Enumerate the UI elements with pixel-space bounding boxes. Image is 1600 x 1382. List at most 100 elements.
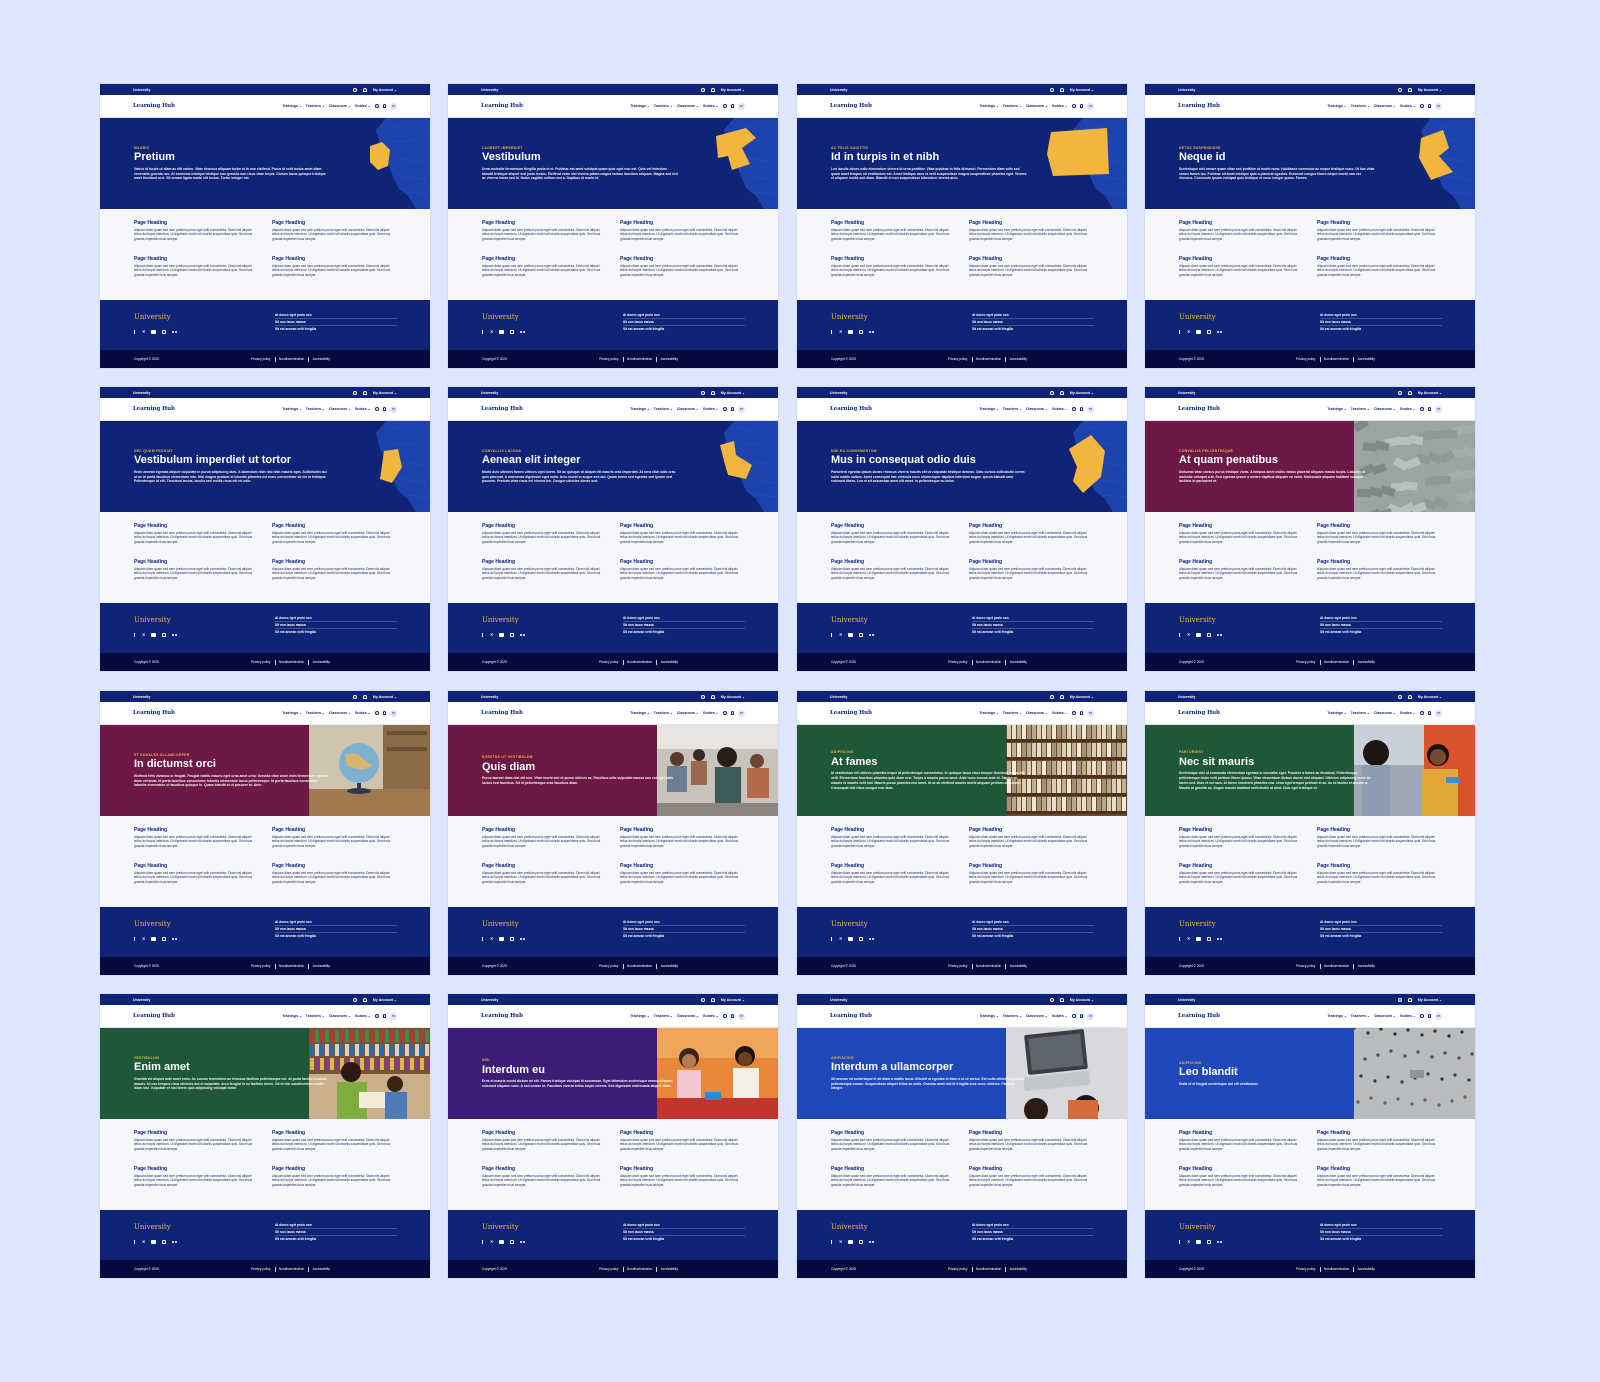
account-menu[interactable]: My Account ⌄ <box>721 695 745 699</box>
footer-link[interactable]: At donec eget proin non <box>623 1222 745 1229</box>
site-logo[interactable]: Learning Hub <box>1178 406 1220 412</box>
x-icon[interactable]: ✕ <box>142 330 145 334</box>
avatar[interactable]: ST <box>1087 102 1094 110</box>
search-icon[interactable] <box>1419 1014 1424 1018</box>
legal-link[interactable]: Nondiscrimination <box>279 357 304 361</box>
nav-item[interactable]: Guides ⌄ <box>355 407 371 411</box>
legal-link[interactable]: Accessibility <box>1358 357 1375 361</box>
account-menu[interactable]: My Account ⌄ <box>1418 88 1442 92</box>
nav-item[interactable]: Trainings ⌄ <box>282 104 301 108</box>
youtube-icon[interactable] <box>1196 633 1202 637</box>
page-template-card[interactable]: University My Account ⌄ Learning Hub Tra… <box>1145 84 1475 368</box>
x-icon[interactable]: ✕ <box>1187 330 1190 334</box>
nav-item[interactable]: Guides ⌄ <box>1052 104 1068 108</box>
help-icon[interactable] <box>1050 694 1055 699</box>
x-icon[interactable]: ✕ <box>839 633 842 637</box>
footer-link[interactable]: Sit est aenean velit fringilla <box>1320 1236 1442 1243</box>
nav-item[interactable]: Classroom ⌄ <box>1026 1014 1048 1018</box>
youtube-icon[interactable] <box>499 937 505 941</box>
notification-icon[interactable] <box>1060 87 1064 92</box>
nav-item[interactable]: Teachers ⌄ <box>654 711 673 715</box>
instagram-icon[interactable] <box>1207 1240 1212 1244</box>
account-menu[interactable]: My Account ⌄ <box>721 998 745 1002</box>
youtube-icon[interactable] <box>499 633 505 637</box>
nav-item[interactable]: Trainings ⌄ <box>1327 711 1346 715</box>
x-icon[interactable]: ✕ <box>490 937 493 941</box>
nav-item[interactable]: Trainings ⌄ <box>630 104 649 108</box>
flickr-icon[interactable] <box>1217 330 1222 334</box>
legal-link[interactable]: Accessibility <box>1010 660 1027 664</box>
footer-link[interactable]: Sit est aenean velit fringilla <box>972 933 1094 940</box>
youtube-icon[interactable] <box>151 937 157 941</box>
avatar[interactable]: ST <box>390 405 397 413</box>
legal-link[interactable]: Nondiscrimination <box>1324 660 1349 664</box>
footer-link[interactable]: At donec eget proin non <box>623 312 745 319</box>
account-menu[interactable]: My Account ⌄ <box>1418 998 1442 1002</box>
youtube-icon[interactable] <box>151 1240 157 1244</box>
help-icon[interactable] <box>353 390 358 395</box>
facebook-icon[interactable] <box>482 937 484 941</box>
legal-link[interactable]: Privacy policy <box>251 660 271 664</box>
nav-item[interactable]: Teachers ⌄ <box>1351 1014 1370 1018</box>
nav-item[interactable]: Classroom ⌄ <box>329 1014 351 1018</box>
footer-link[interactable]: At donec eget proin non <box>1320 312 1442 319</box>
legal-link[interactable]: Accessibility <box>661 357 678 361</box>
instagram-icon[interactable] <box>859 330 864 334</box>
footer-link[interactable]: Sit non lacus massa <box>972 1229 1094 1236</box>
footer-link[interactable]: At donec eget proin non <box>972 615 1094 622</box>
nav-item[interactable]: Teachers ⌄ <box>1351 711 1370 715</box>
nav-item[interactable]: Teachers ⌄ <box>1003 407 1022 411</box>
page-template-card[interactable]: University My Account ⌄ Learning Hub Tra… <box>100 691 430 975</box>
search-icon[interactable] <box>374 711 379 715</box>
legal-link[interactable]: Accessibility <box>1358 660 1375 664</box>
bell-icon[interactable] <box>730 104 734 108</box>
nav-item[interactable]: Guides ⌄ <box>1052 711 1068 715</box>
nav-item[interactable]: Teachers ⌄ <box>1003 711 1022 715</box>
legal-link[interactable]: Nondiscrimination <box>279 1267 304 1271</box>
instagram-icon[interactable] <box>859 1240 864 1244</box>
nav-item[interactable]: Classroom ⌄ <box>1374 711 1396 715</box>
footer-link[interactable]: Sit non lacus massa <box>972 319 1094 326</box>
search-icon[interactable] <box>1419 711 1424 715</box>
legal-link[interactable]: Nondiscrimination <box>627 660 652 664</box>
flickr-icon[interactable] <box>172 633 177 637</box>
notification-icon[interactable] <box>1060 997 1064 1002</box>
bell-icon[interactable] <box>1427 1014 1431 1018</box>
page-template-card[interactable]: University My Account ⌄ Learning Hub Tra… <box>100 387 430 671</box>
search-icon[interactable] <box>722 711 727 715</box>
footer-link[interactable]: Sit non lacus massa <box>623 926 745 933</box>
nav-item[interactable]: Guides ⌄ <box>1400 407 1416 411</box>
instagram-icon[interactable] <box>162 1240 167 1244</box>
nav-item[interactable]: Trainings ⌄ <box>979 1014 998 1018</box>
nav-item[interactable]: Trainings ⌄ <box>282 407 301 411</box>
facebook-icon[interactable] <box>134 937 136 941</box>
nav-item[interactable]: Classroom ⌄ <box>1374 104 1396 108</box>
footer-link[interactable]: Sit non lacus massa <box>972 926 1094 933</box>
avatar[interactable]: ST <box>390 709 397 717</box>
legal-link[interactable]: Privacy policy <box>1296 660 1316 664</box>
bell-icon[interactable] <box>382 711 386 715</box>
x-icon[interactable]: ✕ <box>1187 633 1190 637</box>
legal-link[interactable]: Accessibility <box>1010 1267 1027 1271</box>
legal-link[interactable]: Nondiscrimination <box>627 357 652 361</box>
footer-link[interactable]: Sit non lacus massa <box>623 622 745 629</box>
flickr-icon[interactable] <box>172 1240 177 1244</box>
bell-icon[interactable] <box>730 711 734 715</box>
site-logo[interactable]: Learning Hub <box>830 103 872 109</box>
page-template-card[interactable]: University My Account ⌄ Learning Hub Tra… <box>100 994 430 1278</box>
notification-icon[interactable] <box>363 694 367 699</box>
bell-icon[interactable] <box>1079 407 1083 411</box>
page-template-card[interactable]: University My Account ⌄ Learning Hub Tra… <box>797 84 1127 368</box>
notification-icon[interactable] <box>363 87 367 92</box>
x-icon[interactable]: ✕ <box>142 937 145 941</box>
facebook-icon[interactable] <box>831 330 833 334</box>
nav-item[interactable]: Classroom ⌄ <box>1026 711 1048 715</box>
footer-link[interactable]: Sit est aenean velit fringilla <box>275 933 397 940</box>
legal-link[interactable]: Nondiscrimination <box>976 660 1001 664</box>
legal-link[interactable]: Privacy policy <box>599 357 619 361</box>
site-logo[interactable]: Learning Hub <box>1178 103 1220 109</box>
nav-item[interactable]: Guides ⌄ <box>355 104 371 108</box>
footer-link[interactable]: Sit est aenean velit fringilla <box>1320 326 1442 333</box>
footer-link[interactable]: Sit est aenean velit fringilla <box>275 1236 397 1243</box>
nav-item[interactable]: Classroom ⌄ <box>677 104 699 108</box>
